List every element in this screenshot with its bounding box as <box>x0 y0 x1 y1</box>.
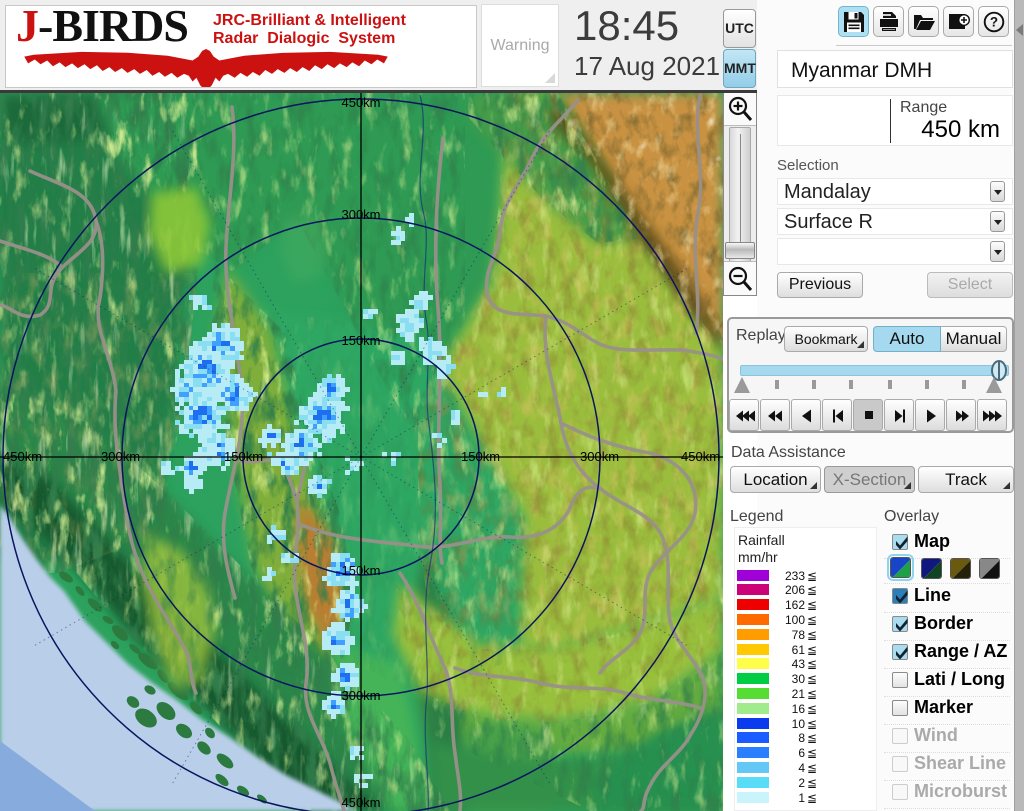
svg-text:?: ? <box>990 15 998 30</box>
svg-text:150km: 150km <box>461 449 500 464</box>
svg-text:300km: 300km <box>580 449 619 464</box>
svg-text:450km: 450km <box>341 795 380 810</box>
svg-text:300km: 300km <box>341 688 380 703</box>
svg-text:150km: 150km <box>341 333 380 348</box>
svg-text:300km: 300km <box>341 207 380 222</box>
svg-text:450km: 450km <box>341 95 380 110</box>
svg-text:450km: 450km <box>3 449 42 464</box>
svg-text:150km: 150km <box>224 449 263 464</box>
svg-text:450km: 450km <box>681 449 720 464</box>
svg-text:300km: 300km <box>101 449 140 464</box>
svg-text:150km: 150km <box>341 563 380 578</box>
